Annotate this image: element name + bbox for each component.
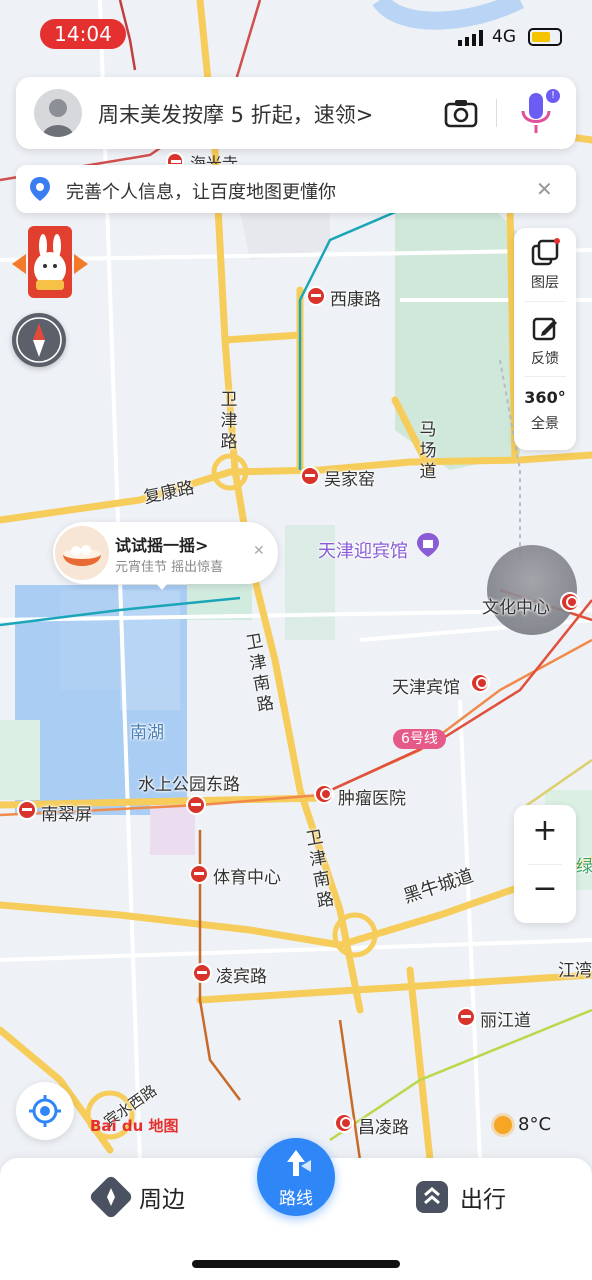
road-label-weijin-road: 卫津路 bbox=[219, 390, 239, 453]
station-label-changling-road[interactable]: 昌凌路 bbox=[358, 1113, 409, 1138]
compass-icon[interactable] bbox=[12, 313, 66, 367]
road-label-water-park-east-road: 水上公园东路 bbox=[138, 775, 240, 795]
feedback-label: 反馈 bbox=[531, 351, 559, 367]
metro-transfer-icon[interactable] bbox=[334, 1113, 354, 1133]
metro-station-icon[interactable] bbox=[306, 286, 326, 306]
route-label: 路线 bbox=[279, 1189, 313, 1209]
road-label-char: 路 bbox=[220, 432, 238, 452]
road-label-char: 场 bbox=[419, 441, 437, 461]
sun-icon bbox=[494, 1115, 512, 1134]
station-label-lingbin-road[interactable]: 凌宾路 bbox=[216, 962, 267, 987]
road-label-char: 卫 bbox=[220, 390, 238, 410]
layers-label: 图层 bbox=[531, 275, 559, 291]
poi-label-haiguangsi[interactable]: 海光寺 bbox=[190, 150, 238, 164]
divider bbox=[496, 99, 497, 127]
info-banner[interactable]: 完善个人信息，让百度地图更懂你 ✕ bbox=[16, 165, 576, 213]
nav-nearby[interactable]: 周边 bbox=[88, 1174, 185, 1220]
edit-icon bbox=[532, 317, 557, 341]
metro-transfer-icon[interactable] bbox=[560, 592, 580, 612]
station-label-nancuiping[interactable]: 南翠屏 bbox=[41, 800, 92, 825]
station-label-tianjin-hotel[interactable]: 天津宾馆 bbox=[392, 673, 460, 698]
info-banner-text: 完善个人信息，让百度地图更懂你 bbox=[66, 182, 336, 203]
baidu-logo-text: Bai du 地图 bbox=[90, 1117, 179, 1135]
status-time: 14:04 bbox=[40, 19, 126, 49]
divider bbox=[524, 301, 566, 302]
station-label-xikang-road[interactable]: 西康路 bbox=[330, 285, 381, 310]
zoom-in-button[interactable]: + bbox=[514, 813, 576, 848]
zoom-controls: + − bbox=[514, 805, 576, 923]
nav-travel-label: 出行 bbox=[460, 1187, 506, 1213]
route-button[interactable]: 路线 bbox=[257, 1138, 335, 1216]
zoom-out-button[interactable]: − bbox=[514, 871, 576, 906]
signal-icon bbox=[458, 30, 484, 46]
feedback-button[interactable]: 反馈 bbox=[514, 304, 576, 368]
baidu-logo: Bai du 地图 bbox=[90, 1115, 179, 1136]
temperature: 8°C bbox=[518, 1114, 552, 1135]
road-label-machang-road: 马场道 bbox=[418, 420, 438, 483]
compass-nav-icon bbox=[88, 1174, 134, 1220]
close-icon[interactable]: ✕ bbox=[536, 177, 553, 201]
road-label-char: 道 bbox=[419, 462, 437, 482]
voice-mic-icon[interactable]: ! bbox=[516, 89, 560, 139]
metro-line-badge[interactable]: 6号线 bbox=[393, 729, 446, 749]
shake-title-arrow: > bbox=[195, 536, 209, 555]
panorama-button[interactable]: 360° 全景 bbox=[514, 380, 576, 433]
panorama-label: 全景 bbox=[531, 416, 559, 432]
metro-station-icon[interactable] bbox=[456, 1007, 476, 1027]
metro-transfer-icon[interactable] bbox=[470, 673, 490, 693]
divider bbox=[524, 376, 566, 377]
metro-station-icon[interactable] bbox=[192, 963, 212, 983]
dumpling-bowl-icon bbox=[55, 526, 109, 580]
station-label-tumor-hospital[interactable]: 肿瘤医院 bbox=[338, 784, 406, 809]
shake-title-text: 试试摇一摇 bbox=[115, 536, 196, 555]
road-label-char: 路 bbox=[255, 693, 276, 716]
shake-popup[interactable]: 试试摇一摇> 元宵佳节 摇出惊喜 ✕ bbox=[53, 522, 278, 590]
location-pin-icon bbox=[28, 176, 52, 202]
area-label-green-edge: 绿 bbox=[576, 857, 592, 877]
panorama-360-icon: 360° bbox=[524, 388, 566, 407]
road-label-char: 路 bbox=[315, 889, 336, 912]
layers-button[interactable]: 图层 bbox=[514, 228, 576, 292]
search-bar[interactable]: 周末美发按摩 5 折起，速领> ! bbox=[16, 77, 576, 149]
weather-widget[interactable]: 8°C bbox=[494, 1114, 551, 1135]
road-label-char: 津 bbox=[220, 411, 238, 431]
area-label-jiangwan: 江湾 bbox=[558, 961, 592, 981]
metro-station-icon[interactable] bbox=[166, 152, 184, 166]
divider bbox=[528, 864, 562, 865]
close-icon[interactable]: ✕ bbox=[253, 543, 265, 559]
network-type: 4G bbox=[492, 27, 516, 47]
metro-station-icon[interactable] bbox=[186, 795, 206, 815]
poi-label-guesthouse[interactable]: 天津迎宾馆 bbox=[318, 537, 408, 563]
battery-icon bbox=[528, 28, 562, 46]
metro-station-icon[interactable] bbox=[300, 466, 320, 486]
layers-icon bbox=[531, 238, 560, 266]
travel-icon bbox=[416, 1181, 448, 1213]
metro-station-icon[interactable] bbox=[17, 800, 37, 820]
metro-transfer-icon[interactable] bbox=[314, 784, 334, 804]
nav-nearby-label: 周边 bbox=[139, 1187, 185, 1213]
locate-button[interactable] bbox=[16, 1082, 74, 1140]
home-indicator bbox=[192, 1260, 400, 1268]
road-label-char: 马 bbox=[419, 420, 437, 440]
station-label-culture-center[interactable]: 文化中心 bbox=[482, 593, 550, 618]
popup-pointer bbox=[155, 582, 169, 590]
red-envelope-promo-icon[interactable] bbox=[12, 224, 88, 304]
shake-popup-subtitle: 元宵佳节 摇出惊喜 bbox=[115, 560, 224, 575]
avatar[interactable] bbox=[34, 89, 82, 137]
camera-icon[interactable] bbox=[444, 98, 478, 128]
water-label-nanhu: 南湖 bbox=[130, 723, 164, 743]
station-label-sports-center[interactable]: 体育中心 bbox=[213, 863, 281, 888]
station-label-wujiayao[interactable]: 吴家窑 bbox=[324, 465, 375, 490]
nav-travel[interactable]: 出行 bbox=[416, 1180, 506, 1214]
station-label-lijiang-road[interactable]: 丽江道 bbox=[480, 1006, 531, 1031]
map-tools-panel: 图层 反馈 360° 全景 bbox=[514, 228, 576, 450]
search-promo-text[interactable]: 周末美发按摩 5 折起，速领> bbox=[98, 99, 373, 129]
route-arrow-icon bbox=[287, 1150, 311, 1176]
status-bar: 14:04 4G bbox=[0, 0, 592, 66]
shake-popup-title: 试试摇一摇> bbox=[115, 532, 208, 556]
metro-station-icon[interactable] bbox=[189, 864, 209, 884]
location-accuracy-bubble bbox=[487, 545, 577, 635]
locate-icon bbox=[29, 1095, 61, 1127]
poi-guesthouse-icon[interactable] bbox=[416, 532, 440, 558]
